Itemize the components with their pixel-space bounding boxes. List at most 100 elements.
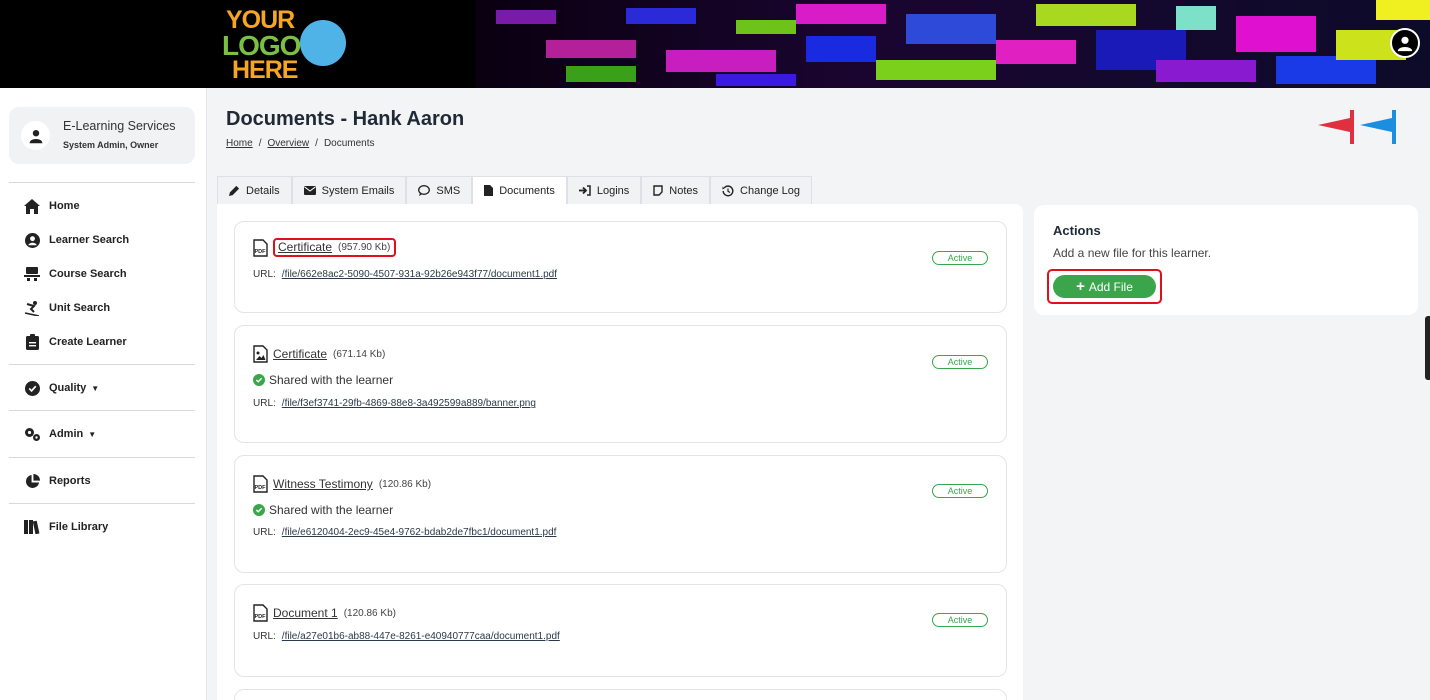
document-card: PDF Witness Testimony (120.86 Kb) Shared… xyxy=(234,455,1007,573)
document-url-link[interactable]: /file/f3ef3741-29fb-4869-88e8-3a492599a8… xyxy=(282,398,536,409)
user-menu-button[interactable] xyxy=(1390,28,1420,58)
profile-card[interactable]: E-Learning Services System Admin, Owner xyxy=(9,107,195,164)
breadcrumb-separator: / xyxy=(315,138,318,149)
url-label: URL: xyxy=(253,269,276,280)
sign-in-icon xyxy=(578,185,591,196)
tab-change-log[interactable]: Change Log xyxy=(710,176,812,204)
profile-role: System Admin, Owner xyxy=(63,140,159,150)
sidebar-item-learner-search[interactable]: Learner Search xyxy=(23,230,129,250)
logo-line-3: HERE xyxy=(232,56,298,84)
document-url-link[interactable]: /file/e6120404-2ec9-45e4-9762-bdab2de7fb… xyxy=(282,527,557,538)
document-title-row: PDF Document 1 (120.86 Kb) xyxy=(253,604,396,622)
url-label: URL: xyxy=(253,527,276,538)
status-badge: Active xyxy=(932,613,988,627)
side-panel-handle[interactable] xyxy=(1425,316,1430,380)
highlighted-document-link: Certificate (957.90 Kb) xyxy=(273,238,397,257)
logo-circle xyxy=(300,20,346,66)
sidebar-divider xyxy=(9,182,195,183)
document-link[interactable]: Certificate xyxy=(273,347,327,361)
blue-flag-icon xyxy=(1360,118,1392,132)
sidebar-item-label: Admin xyxy=(49,428,84,440)
history-icon xyxy=(722,184,734,197)
sidebar-item-file-library[interactable]: File Library xyxy=(23,517,108,537)
sidebar-item-create-learner[interactable]: Create Learner xyxy=(23,332,127,352)
sidebar-divider xyxy=(9,364,195,365)
user-icon xyxy=(1397,36,1413,52)
document-size: (120.86 Kb) xyxy=(378,478,432,490)
tab-sms[interactable]: SMS xyxy=(406,176,473,204)
document-title-row: PDF Certificate (957.90 Kb) xyxy=(253,238,397,257)
document-url-row: URL: /file/f3ef3741-29fb-4869-88e8-3a492… xyxy=(253,398,536,409)
documents-panel: PDF Certificate (957.90 Kb) URL: /file/6… xyxy=(217,204,1023,700)
breadcrumb-separator: / xyxy=(258,138,262,149)
tab-documents[interactable]: Documents xyxy=(472,176,567,204)
cogs-icon xyxy=(23,425,41,443)
sidebar-item-course-search[interactable]: Course Search xyxy=(23,264,127,284)
sidebar-item-home[interactable]: Home xyxy=(23,196,80,216)
sidebar-item-unit-search[interactable]: Unit Search xyxy=(23,298,110,318)
shared-text: Shared with the learner xyxy=(269,503,394,517)
tab-label: Logins xyxy=(596,184,630,197)
breadcrumb-home-link[interactable]: Home xyxy=(226,138,253,149)
document-card: PDF Certificate (957.90 Kb) URL: /file/6… xyxy=(234,221,1007,313)
svg-text:PDF: PDF xyxy=(255,614,267,620)
pdf-file-icon: PDF xyxy=(253,604,268,622)
status-badge: Active xyxy=(932,484,988,498)
profile-avatar xyxy=(21,121,50,150)
brand-flags xyxy=(1316,108,1398,146)
breadcrumb-overview-link[interactable]: Overview xyxy=(267,138,309,149)
sidebar-divider xyxy=(9,410,195,411)
document-url-row: URL: /file/a27e01b6-ab88-447e-8261-e4094… xyxy=(253,631,560,642)
actions-panel: Actions Add a new file for this learner.… xyxy=(1034,205,1418,315)
shared-text: Shared with the learner xyxy=(269,373,394,387)
image-file-icon xyxy=(253,345,268,363)
breadcrumb-current: Documents xyxy=(323,138,375,149)
tab-logins[interactable]: Logins xyxy=(566,176,642,204)
sidebar-item-quality[interactable]: Quality ▼ xyxy=(23,378,99,398)
profile-name: E-Learning Services xyxy=(63,119,176,133)
tab-label: Documents xyxy=(499,184,555,197)
document-link[interactable]: Witness Testimony xyxy=(273,477,373,491)
shared-status: Shared with the learner xyxy=(253,503,393,517)
url-label: URL: xyxy=(253,398,276,409)
sidebar-item-label: Reports xyxy=(49,475,91,487)
document-title-row: PDF Witness Testimony (120.86 Kb) xyxy=(253,475,431,493)
document-title-row: Certificate (671.14 Kb) xyxy=(253,345,385,363)
sidebar: E-Learning Services System Admin, Owner … xyxy=(0,88,207,700)
document-link[interactable]: Document 1 xyxy=(273,606,338,620)
tab-notes[interactable]: Notes xyxy=(641,176,711,204)
sidebar-item-admin[interactable]: Admin ▼ xyxy=(23,424,96,444)
document-link[interactable]: Certificate xyxy=(278,240,332,254)
books-icon xyxy=(23,518,41,536)
tab-label: Notes xyxy=(669,184,699,197)
document-url-row: URL: /file/662e8ac2-5090-4507-931a-92b26… xyxy=(253,269,557,280)
document-size: (671.14 Kb) xyxy=(333,348,386,360)
envelope-icon xyxy=(303,186,316,195)
tab-details[interactable]: Details xyxy=(217,176,292,204)
actions-title: Actions xyxy=(1053,223,1101,238)
tab-system-emails[interactable]: System Emails xyxy=(291,176,407,204)
skier-icon xyxy=(23,299,41,317)
sidebar-item-label: File Library xyxy=(49,521,109,533)
sidebar-divider xyxy=(9,503,195,504)
sidebar-divider xyxy=(9,457,195,458)
header-banner-art xyxy=(476,0,1430,88)
user-circle-icon xyxy=(23,231,41,249)
add-file-button[interactable]: + Add File xyxy=(1053,275,1156,298)
sidebar-item-label: Course Search xyxy=(49,268,127,280)
page-title: Documents - Hank Aaron xyxy=(226,108,465,130)
document-size: (120.86 Kb) xyxy=(343,607,396,619)
add-file-highlight: + Add File xyxy=(1047,269,1162,304)
document-size: (957.90 Kb) xyxy=(338,241,391,253)
document-url-link[interactable]: /file/662e8ac2-5090-4507-931a-92b26e943f… xyxy=(282,269,557,280)
clipboard-icon xyxy=(23,333,41,351)
chat-icon xyxy=(418,185,431,196)
tab-label: System Emails xyxy=(321,184,395,197)
document-url-link[interactable]: /file/a27e01b6-ab88-447e-8261-e40940777c… xyxy=(282,631,560,642)
add-file-label: Add File xyxy=(1088,279,1133,294)
document-card: PDF Document 1 (120.86 Kb) URL: /file/a2… xyxy=(234,584,1007,677)
user-icon xyxy=(29,129,42,143)
sidebar-item-reports[interactable]: Reports xyxy=(23,471,91,491)
sidebar-item-label: Unit Search xyxy=(49,302,111,314)
company-logo[interactable]: YOUR LOGO HERE xyxy=(222,4,352,84)
